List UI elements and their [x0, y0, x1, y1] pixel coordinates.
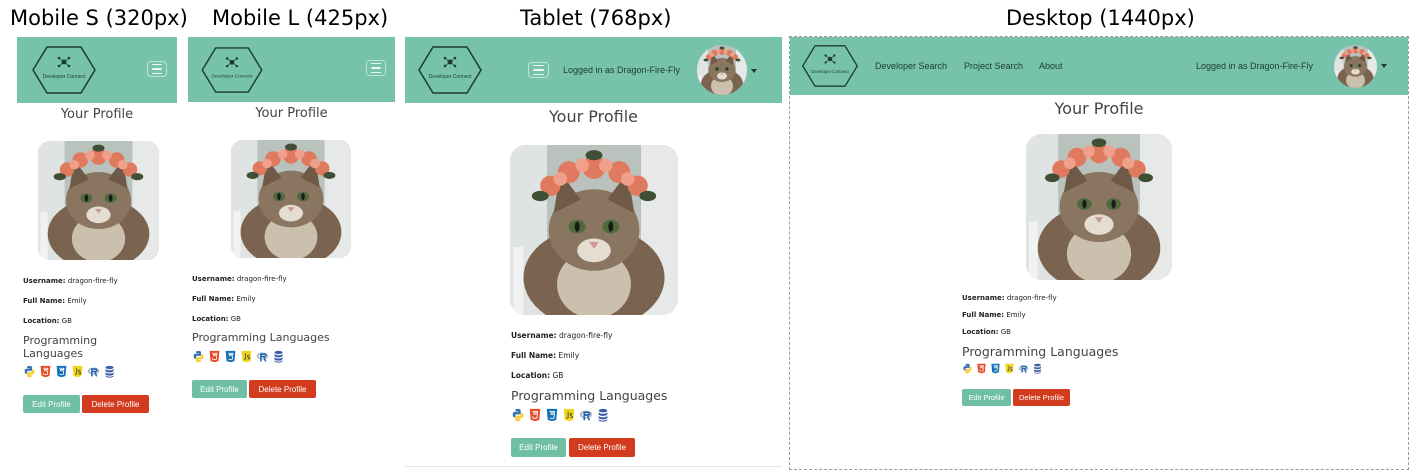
- python-icon: [962, 363, 973, 374]
- database-icon: [1032, 363, 1043, 374]
- chevron-down-icon[interactable]: [751, 69, 757, 73]
- profile-photo: [231, 140, 351, 258]
- css3-icon: [224, 350, 237, 363]
- languages-title: Programming Languages: [511, 388, 668, 403]
- profile-photo: [1026, 134, 1172, 280]
- navbar: Developer Connect: [17, 37, 177, 103]
- svg-text:Developer Connect: Developer Connect: [811, 69, 849, 74]
- html5-icon: [528, 408, 542, 422]
- database-icon: [272, 350, 285, 363]
- caption-mobile-l: Mobile L (425px): [212, 6, 389, 30]
- html5-icon: [39, 365, 52, 378]
- languages-list: [962, 363, 1043, 374]
- python-icon: [23, 365, 36, 378]
- fullname-row: Full Name: Emily: [23, 297, 87, 305]
- page-title: Your Profile: [549, 107, 638, 126]
- r-icon: [87, 365, 100, 378]
- location-row: Location: GB: [23, 317, 72, 325]
- page-title: Your Profile: [255, 106, 328, 121]
- hamburger-menu-button[interactable]: [528, 62, 549, 78]
- r-icon: [256, 350, 269, 363]
- mobile-l-view: Developer Connect Your Profile Username:…: [188, 37, 395, 407]
- username-row: Username: dragon-fire-fly: [23, 277, 118, 285]
- location-row: Location: GB: [192, 315, 241, 323]
- location-row: Location: GB: [511, 371, 564, 380]
- username-row: Username: dragon-fire-fly: [962, 294, 1057, 302]
- languages-title: Programming Languages: [192, 331, 330, 344]
- nav-link-developer-search[interactable]: Developer Search: [875, 61, 947, 71]
- nav-link-about[interactable]: About: [1039, 61, 1063, 71]
- html5-icon: [208, 350, 221, 363]
- delete-profile-button[interactable]: Delete Profile: [1013, 389, 1070, 406]
- edit-profile-button[interactable]: Edit Profile: [23, 395, 80, 413]
- fullname-row: Full Name: Emily: [192, 295, 256, 303]
- username-row: Username: dragon-fire-fly: [511, 331, 613, 340]
- languages-list: [192, 350, 285, 363]
- javascript-icon: [71, 365, 84, 378]
- caption-mobile-s: Mobile S (320px): [10, 6, 188, 30]
- logged-in-text: Logged in as Dragon-Fire-Fly: [563, 65, 681, 75]
- developer-connect-logo[interactable]: Developer Connect: [801, 44, 859, 88]
- desktop-view: Developer Connect Developer Search Proje…: [790, 37, 1408, 469]
- css3-icon: [55, 365, 68, 378]
- fullname-row: Full Name: Emily: [511, 351, 580, 360]
- svg-text:Developer Connect: Developer Connect: [43, 74, 86, 80]
- database-icon: [596, 408, 610, 422]
- javascript-icon: [240, 350, 253, 363]
- caption-desktop: Desktop (1440px): [1006, 6, 1195, 30]
- languages-title: Programming Languages: [962, 344, 1119, 359]
- navbar: Developer Connect Developer Search Proje…: [790, 37, 1408, 95]
- location-row: Location: GB: [962, 328, 1011, 336]
- tablet-view: Developer Connect Logged in as Dragon-Fi…: [405, 37, 782, 467]
- profile-photo: [510, 145, 678, 315]
- caption-tablet: Tablet (768px): [520, 6, 672, 30]
- css3-icon: [545, 408, 559, 422]
- page-title: Your Profile: [60, 107, 134, 122]
- chevron-down-icon[interactable]: [1381, 64, 1387, 68]
- delete-profile-button[interactable]: Delete Profile: [82, 395, 149, 413]
- javascript-icon: [1004, 363, 1015, 374]
- html5-icon: [976, 363, 987, 374]
- svg-text:Developer Connect: Developer Connect: [429, 74, 472, 80]
- hamburger-menu-button[interactable]: [366, 60, 386, 76]
- logged-in-text: Logged in as Dragon-Fire-Fly: [1196, 61, 1314, 71]
- developer-connect-logo[interactable]: Developer Connect: [31, 45, 97, 95]
- edit-profile-button[interactable]: Edit Profile: [192, 380, 247, 398]
- svg-text:Developer Connect: Developer Connect: [212, 74, 254, 80]
- nav-link-project-search[interactable]: Project Search: [964, 61, 1023, 71]
- profile-photo: [38, 141, 159, 260]
- database-icon: [103, 365, 116, 378]
- developer-connect-logo[interactable]: Developer Connect: [417, 45, 483, 95]
- languages-list: [511, 408, 610, 422]
- languages-list: [23, 365, 116, 378]
- navbar: Developer Connect: [188, 37, 395, 102]
- python-icon: [192, 350, 205, 363]
- edit-profile-button[interactable]: Edit Profile: [511, 438, 566, 457]
- r-icon: [579, 408, 593, 422]
- r-icon: [1018, 363, 1029, 374]
- navbar: Developer Connect Logged in as Dragon-Fi…: [405, 37, 782, 103]
- username-row: Username: dragon-fire-fly: [192, 275, 287, 283]
- javascript-icon: [562, 408, 576, 422]
- user-avatar[interactable]: [697, 45, 747, 95]
- developer-connect-logo[interactable]: Developer Connect: [200, 46, 264, 94]
- python-icon: [511, 408, 525, 422]
- delete-profile-button[interactable]: Delete Profile: [249, 380, 316, 398]
- fullname-row: Full Name: Emily: [962, 311, 1026, 319]
- user-avatar[interactable]: [1334, 45, 1377, 88]
- edit-profile-button[interactable]: Edit Profile: [962, 389, 1011, 406]
- page-title: Your Profile: [1054, 99, 1144, 118]
- hamburger-menu-button[interactable]: [147, 61, 167, 77]
- mobile-s-view: Developer Connect Your Profile Username:…: [17, 37, 177, 427]
- languages-title: Programming Languages: [23, 334, 98, 360]
- css3-icon: [990, 363, 1001, 374]
- delete-profile-button[interactable]: Delete Profile: [569, 438, 635, 457]
